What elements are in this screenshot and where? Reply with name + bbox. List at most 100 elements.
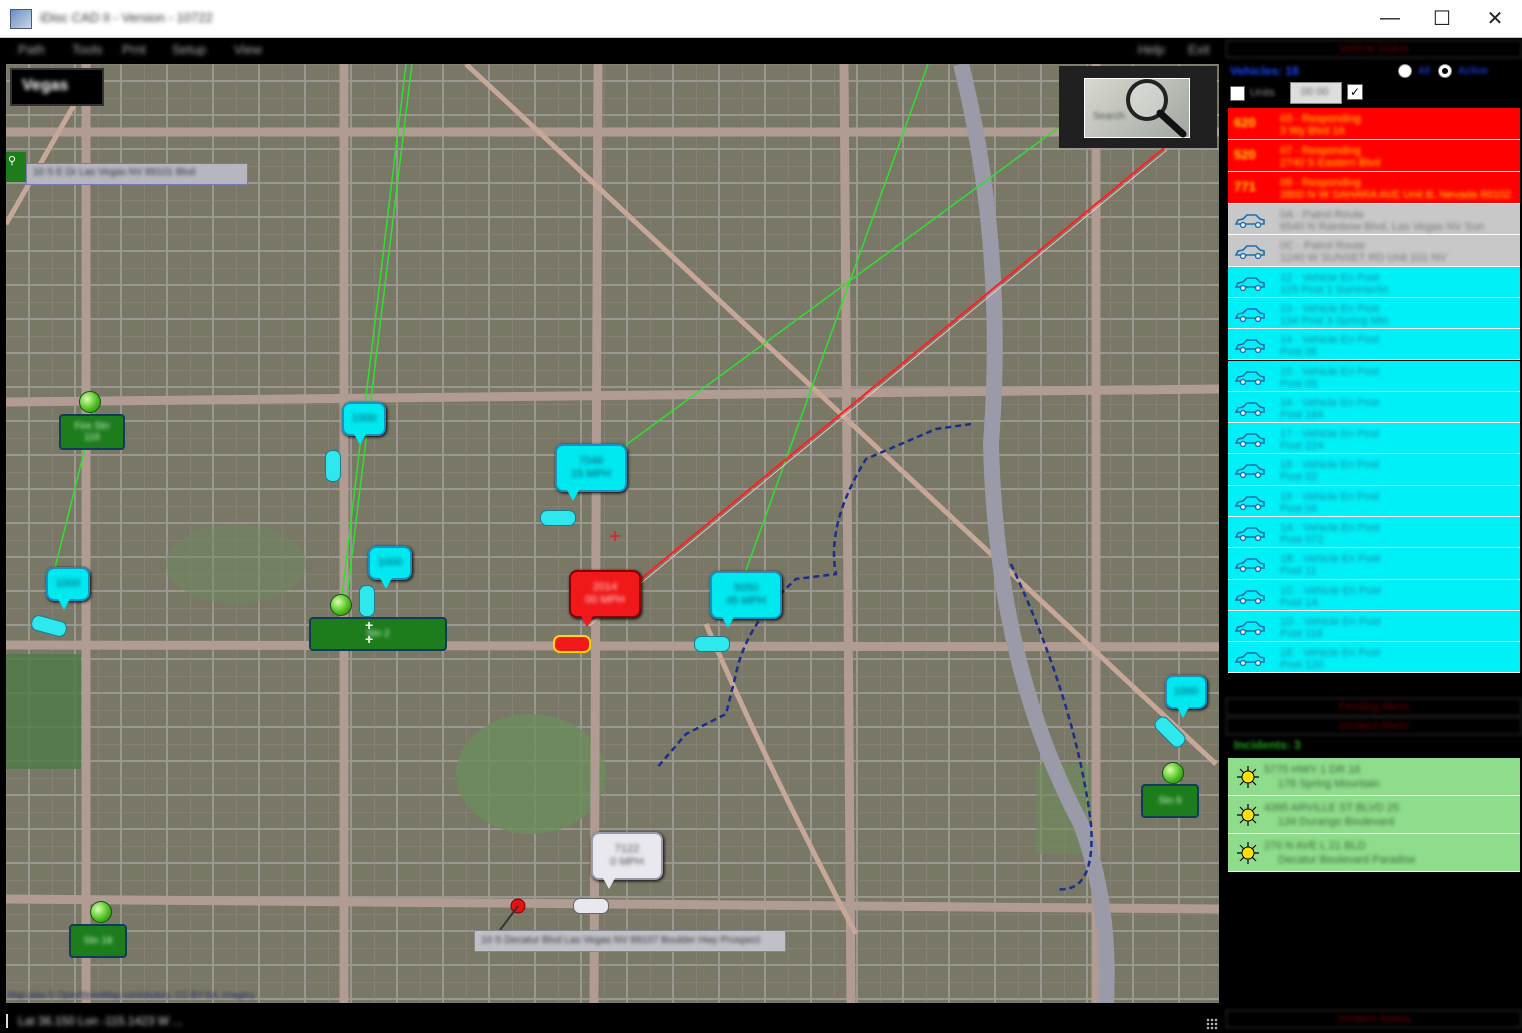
vehicle-status: 12 · Vehicle En Post [1280,271,1380,284]
vehicle-row[interactable]: 14 · Vehicle En Post Post 06 [1228,329,1520,361]
vehicle-icon-alert[interactable] [553,635,591,653]
vehicle-row[interactable]: 13 · Vehicle En Post 134 Post 3 Spring Mt… [1228,297,1520,330]
unit-number: 520 [1234,147,1256,162]
vehicle-row[interactable]: 520 07 · Responding 2740 S Eastern Blvd [1228,140,1520,172]
station-marker[interactable] [330,594,352,616]
status-text: Lat 36.150 Lon -115.1423 W ... [18,1014,183,1028]
vehicle-icon[interactable] [540,510,576,526]
incident-icon [1236,765,1260,794]
car-icon [1234,214,1266,233]
panel-header-incident-status[interactable]: Incident Status [1226,1010,1522,1028]
address-search-input[interactable]: 10 S E Dr Las Vegas NV 89101 Blvd [26,163,248,185]
vehicle-row[interactable]: 12 · Vehicle En Post 125 Post 1 Summerlin [1228,266,1520,298]
vehicle-row[interactable]: 15 · Vehicle En Post Post 09 [1228,360,1520,392]
map-search-button[interactable]: Search [1059,66,1217,148]
vehicle-icon[interactable] [325,450,341,482]
incident-row[interactable]: 4395 ARVILLE ST BLVD 25 134 Durango Boule… [1228,796,1520,834]
vehicle-row[interactable]: 19 · Vehicle En Post Post 04 [1228,485,1520,517]
station-label[interactable]: Fire Stn 116 [59,414,125,450]
radio-all-label: All [1418,65,1431,77]
units-filter-input[interactable]: 00 00 [1290,82,1342,104]
location-label: Vegas [10,68,104,106]
radio-all[interactable] [1398,64,1412,78]
vehicle-row[interactable]: 1B · Vehicle En Post Post 11 [1228,548,1520,580]
vehicles-title: Vehicles: 18 [1230,64,1299,78]
filter-checkbox[interactable]: ✓ [1347,84,1363,100]
address-bar: 10 S Decatur Blvd Las Vegas NV 89107 Bou… [474,930,786,952]
minimize-button[interactable]: — [1365,0,1415,37]
map-attribution: Map data © OpenStreetMap contributors, C… [8,990,255,1000]
vehicle-icon-idle[interactable] [573,898,609,914]
menu-help[interactable]: Help [1138,42,1165,57]
vehicle-row[interactable]: 1D · Vehicle En Post Post 118 [1228,610,1520,643]
vehicle-status: 03 · Responding [1280,113,1361,125]
vehicle-status: 1A · Vehicle En Post [1280,522,1380,534]
vehicle-row[interactable]: 0A · Patrol Route 6540 N Rainbow Blvd, La… [1228,204,1520,236]
vehicle-icon[interactable] [359,585,375,617]
magnifier-icon [1126,79,1187,138]
vehicle-row[interactable]: 771 09 · Responding 3900 N W SAHARA AVE Un… [1228,172,1520,204]
vehicle-row[interactable]: 18 · Vehicle En Post Post 02 [1228,454,1520,486]
vehicle-status: 09 · Responding [1280,177,1361,189]
vehicle-callout[interactable]: 1000 [1165,675,1207,718]
vehicle-callout[interactable]: 5050 45 MPH [710,571,782,628]
car-icon [1234,652,1266,671]
vehicle-row[interactable]: 1E · Vehicle En Post Post 120 [1228,642,1520,674]
vehicle-callout[interactable]: 1000 [368,546,412,589]
vehicle-callout-alert[interactable]: 2014 00 MPH [569,570,641,627]
vehicle-status: 1C · Vehicle En Post [1280,584,1381,597]
search-toggle-icon[interactable]: ⚲ [6,152,26,182]
menu-bar: Path Tools Prnt Setup View Help Exit [0,38,1222,62]
vehicle-callout-idle[interactable]: 7122 0 MPH [591,832,663,889]
station-label[interactable]: Stn 2 + + [309,617,447,651]
menu-setup[interactable]: Setup [172,42,206,57]
menu-view[interactable]: View [234,42,262,57]
panel-header-incidents[interactable]: Incident Alerts [1226,717,1522,735]
menu-path[interactable]: Path [18,42,45,57]
panel-header-vehicles[interactable]: Vehicle Status [1226,40,1522,58]
vehicle-status: 0C · Patrol Route [1280,240,1365,253]
vehicle-callout[interactable]: 1000 [46,567,90,610]
vehicle-location: Post 072 [1280,534,1324,546]
incident-row[interactable]: 270 N AVE L 21 BLD Decatur Boulevard Para… [1228,834,1520,872]
panel-header-pending[interactable]: Pending Alerts [1226,698,1522,716]
vehicle-icon[interactable] [694,636,730,652]
vehicle-status: 1D · Vehicle En Post [1280,615,1381,628]
vehicle-status: 15 · Vehicle En Post [1280,365,1380,378]
incident-address: 270 N AVE L 21 BLD [1264,840,1366,852]
incidents-title: Incidents: 3 [1234,738,1301,752]
incident-icon [1236,803,1260,832]
station-marker[interactable] [79,391,101,413]
maximize-button[interactable]: ☐ [1417,0,1467,37]
vehicle-row[interactable]: 620 03 · Responding 3 Wy Blvd 16 [1228,108,1520,140]
vehicle-location: 134 Post 3 Spring Mtn [1280,314,1389,327]
vehicle-row[interactable]: 16 · Vehicle En Post Post 184 [1228,391,1520,424]
vehicle-callout[interactable]: 7046 15 MPH [555,444,627,501]
station-label[interactable]: Stn 18 [69,924,127,958]
vehicle-row[interactable]: 1A · Vehicle En Post Post 072 [1228,517,1520,549]
station-marker[interactable] [90,901,112,923]
station-label[interactable]: Stn 6 [1141,784,1199,818]
menu-exit[interactable]: Exit [1188,42,1210,57]
incident-address: 5775 HWY 1 DR 16 [1264,764,1361,776]
resize-grip[interactable] [1206,1018,1218,1030]
incident-row[interactable]: 5775 HWY 1 DR 16 176 Spring Mountain [1228,758,1520,796]
vehicle-callout[interactable]: 1000 [342,402,386,445]
menu-tools[interactable]: Tools [72,42,102,57]
vehicle-status: 1E · Vehicle En Post [1280,647,1381,660]
title-bar: iDisc CAD II - Version - 10722 — ☐ ✕ [0,0,1522,38]
vehicle-row[interactable]: 1C · Vehicle En Post Post 1A [1228,579,1520,611]
menu-print[interactable]: Prnt [122,42,146,57]
vehicle-location: Post 09 [1280,377,1318,390]
station-marker[interactable] [1162,762,1184,784]
vehicle-location: 3 Wy Blvd 16 [1280,125,1345,137]
vehicle-row[interactable]: 0C · Patrol Route 1240 W SUNSET RD Unit 1… [1228,235,1520,267]
vehicle-location: Post 118 [1280,627,1323,640]
car-icon [1234,276,1266,296]
radio-active[interactable] [1438,64,1452,78]
close-button[interactable]: ✕ [1470,0,1520,37]
vehicle-row[interactable]: 17 · Vehicle En Post Post 224 [1228,423,1520,455]
units-checkbox[interactable] [1230,86,1245,101]
map-view[interactable]: Vegas Search ⚲ 10 S E Dr Las Vegas NV 89… [6,64,1219,1003]
car-icon [1234,558,1266,577]
